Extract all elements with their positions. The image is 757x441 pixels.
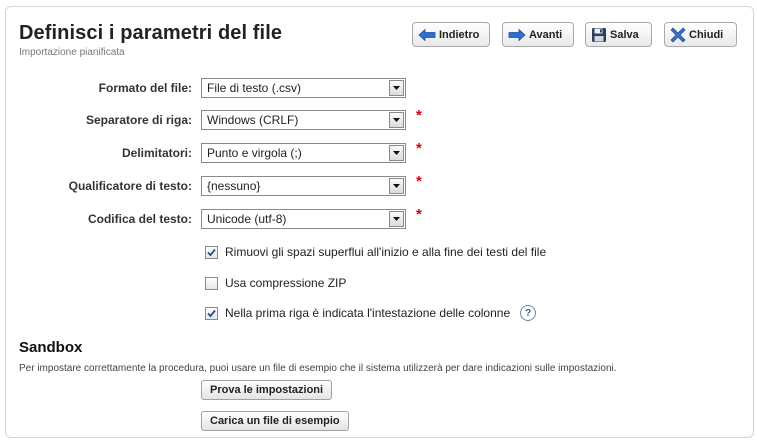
trim-spaces-label[interactable]: Rimuovi gli spazi superflui all'inizio e… — [225, 245, 546, 259]
file-format-label: Formato del file: — [98, 81, 192, 95]
help-circle-icon[interactable]: ? — [520, 305, 537, 321]
next-button[interactable]: Avanti — [502, 22, 574, 47]
text-qualifier-value: {nessuno} — [207, 179, 261, 193]
trim-spaces-checkbox[interactable] — [205, 245, 218, 259]
row-separator-row: Separatore di riga: Windows (CRLF) * — [0, 107, 757, 130]
text-qualifier-label: Qualificatore di testo: — [68, 179, 192, 193]
delimiters-row: Delimitatori: Punto e virgola (;) * — [0, 140, 757, 163]
text-qualifier-row: Qualificatore di testo: {nessuno} * — [0, 173, 757, 196]
file-format-row: Formato del file: File di testo (.csv) — [0, 78, 757, 98]
sandbox-title: Sandbox — [19, 339, 83, 356]
sandbox-description: Per impostare correttamente la procedura… — [19, 363, 617, 374]
row-separator-value: Windows (CRLF) — [207, 113, 299, 127]
checkmark-icon — [207, 309, 216, 317]
delimiters-value: Punto e virgola (;) — [207, 146, 302, 160]
close-button-label: Chiudi — [689, 28, 724, 41]
chevron-down-icon[interactable] — [389, 178, 404, 194]
zip-option: Usa compressione ZIP — [205, 275, 346, 291]
test-settings-button[interactable]: Prova le impostazioni — [201, 380, 333, 400]
trim-spaces-option: Rimuovi gli spazi superflui all'inizio e… — [205, 244, 546, 260]
header-row-option: Nella prima riga è indicata l'intestazio… — [205, 305, 537, 321]
file-format-select[interactable]: File di testo (.csv) — [201, 78, 406, 98]
zip-label[interactable]: Usa compressione ZIP — [225, 276, 346, 290]
text-encoding-value: Unicode (utf-8) — [207, 212, 287, 226]
text-encoding-label: Codifica del testo: — [87, 212, 192, 226]
chevron-down-icon[interactable] — [389, 112, 404, 128]
page-title: Definisci i parametri del file — [19, 22, 283, 44]
text-encoding-select[interactable]: Unicode (utf-8) — [201, 209, 406, 229]
zip-checkbox[interactable] — [205, 276, 218, 290]
row-separator-select[interactable]: Windows (CRLF) — [201, 110, 406, 130]
delimiters-select[interactable]: Punto e virgola (;) — [201, 143, 406, 163]
floppy-disk-icon — [591, 27, 607, 43]
required-marker: * — [416, 140, 422, 157]
file-format-value: File di testo (.csv) — [207, 81, 302, 95]
close-x-icon — [670, 27, 686, 43]
arrow-left-icon — [418, 28, 436, 42]
back-button[interactable]: Indietro — [412, 22, 490, 47]
save-button[interactable]: Salva — [585, 22, 652, 47]
save-button-label: Salva — [610, 28, 639, 41]
chevron-down-icon[interactable] — [389, 145, 404, 161]
chevron-down-icon[interactable] — [389, 211, 404, 227]
close-button[interactable]: Chiudi — [664, 22, 737, 47]
delimiters-label: Delimitatori: — [121, 146, 192, 160]
text-qualifier-select[interactable]: {nessuno} — [201, 176, 406, 196]
arrow-right-icon — [508, 28, 526, 42]
row-separator-label: Separatore di riga: — [85, 113, 192, 127]
chevron-down-icon[interactable] — [389, 80, 404, 96]
required-marker: * — [416, 206, 422, 223]
required-marker: * — [416, 173, 422, 190]
header-row-checkbox[interactable] — [205, 306, 218, 320]
required-marker: * — [416, 107, 422, 124]
upload-sample-button[interactable]: Carica un file di esempio — [201, 411, 349, 431]
header-row-label[interactable]: Nella prima riga è indicata l'intestazio… — [225, 306, 510, 320]
back-button-label: Indietro — [439, 28, 480, 41]
text-encoding-row: Codifica del testo: Unicode (utf-8) * — [0, 206, 757, 229]
checkmark-icon — [207, 248, 216, 256]
next-button-label: Avanti — [529, 28, 563, 41]
page-subtitle: Importazione pianificata — [19, 47, 125, 58]
